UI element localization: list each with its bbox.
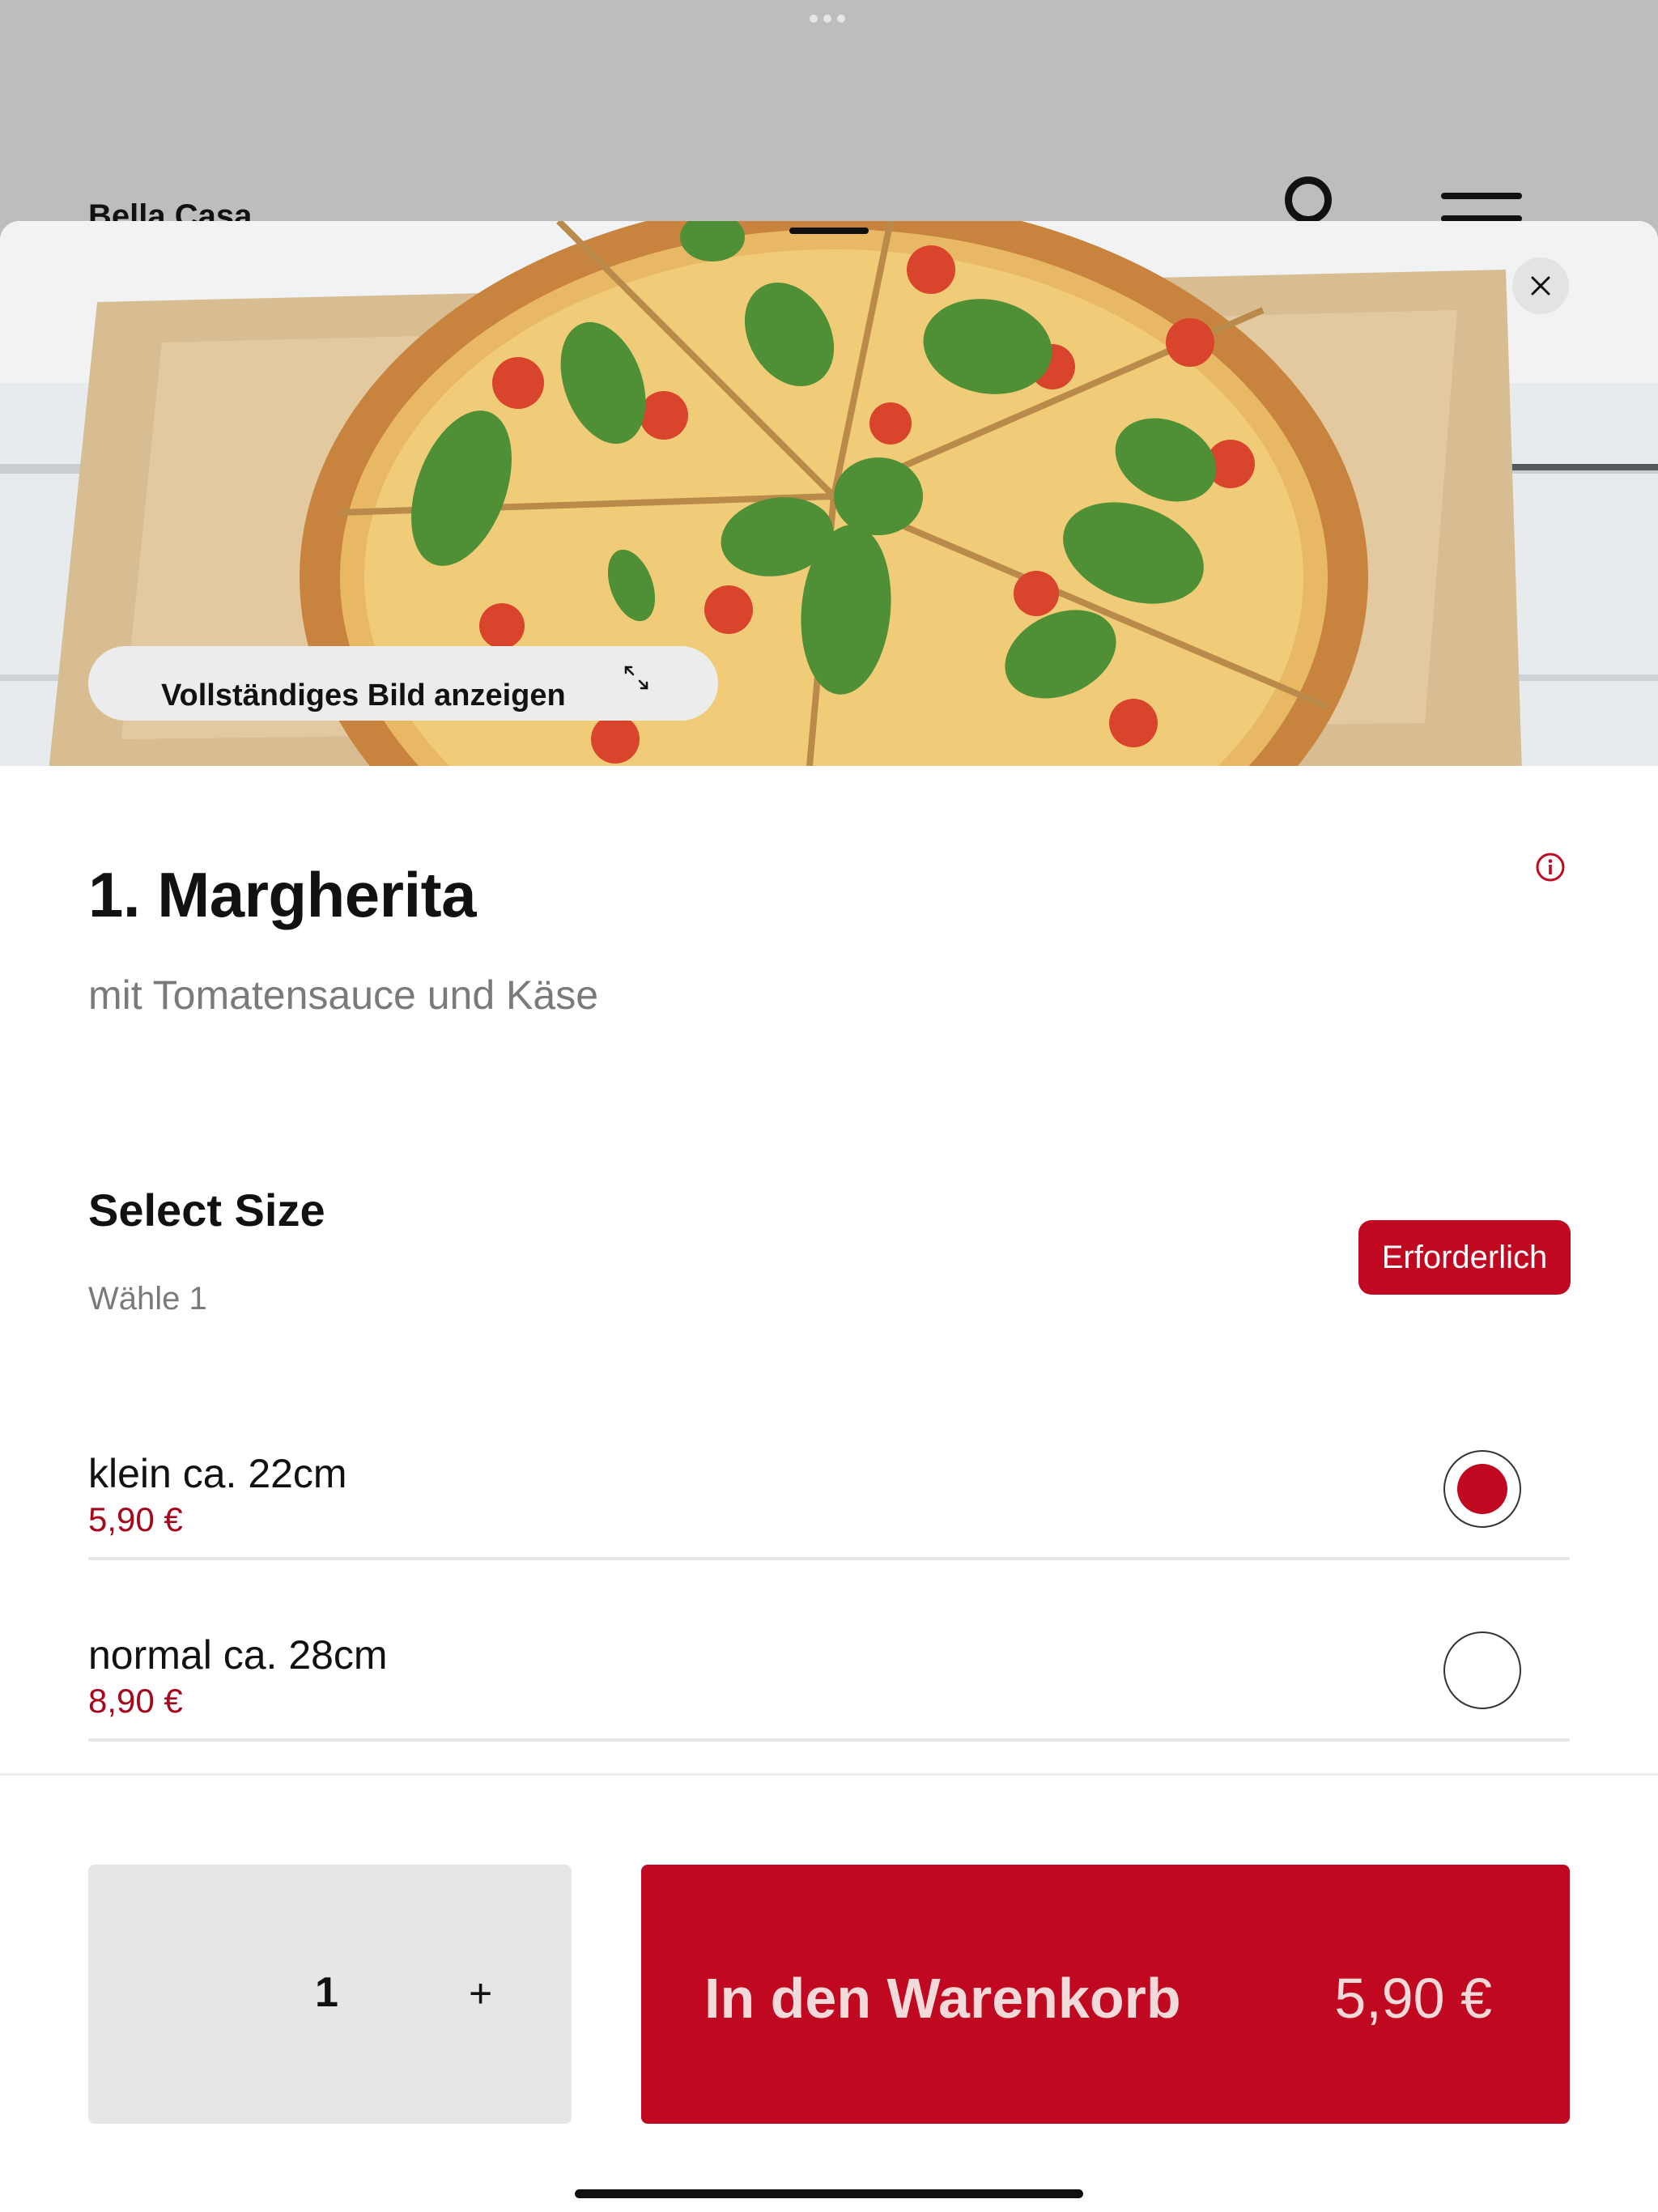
product-description: mit Tomatensauce und Käse [88,972,599,1018]
close-icon [1531,276,1550,296]
footer-divider [0,1773,1658,1776]
size-option-small[interactable]: klein ca. 22cm 5,90 € [88,1379,1570,1560]
quantity-increment-button[interactable]: + [469,1970,492,2017]
product-hero-image: Vollständiges Bild anzeigen [0,221,1658,766]
product-detail-sheet: Vollständiges Bild anzeigen 1. Margherit… [0,221,1658,2212]
add-to-cart-label: In den Warenkorb [704,1967,1181,2030]
user-circle-icon [1285,177,1332,223]
size-option-name: klein ca. 22cm [88,1451,347,1496]
size-radio-selected[interactable] [1443,1450,1521,1528]
size-radio[interactable] [1443,1631,1521,1709]
multitasking-dots-icon[interactable] [810,15,845,23]
sheet-grabber[interactable] [789,228,869,234]
quantity-stepper[interactable]: 1 + [88,1865,572,2124]
add-to-cart-button[interactable]: In den Warenkorb 5,90 € [641,1865,1570,2124]
add-to-cart-price: 5,90 € [1334,1967,1492,2030]
quantity-value: 1 [315,1969,338,2016]
show-full-image-button[interactable]: Vollständiges Bild anzeigen [88,646,718,721]
size-option-normal[interactable]: normal ca. 28cm 8,90 € [88,1560,1570,1742]
product-title: 1. Margherita [88,859,476,930]
required-badge: Erforderlich [1358,1220,1571,1295]
expand-arrows-icon [624,666,648,690]
size-option-price: 5,90 € [88,1500,183,1538]
show-full-image-label: Vollständiges Bild anzeigen [161,678,566,713]
size-option-name: normal ca. 28cm [88,1632,388,1678]
close-button[interactable] [1512,257,1569,314]
size-section-title: Select Size [88,1185,325,1236]
size-section-hint: Wähle 1 [88,1281,207,1317]
size-option-price: 8,90 € [88,1682,183,1720]
home-indicator[interactable] [575,2189,1083,2198]
background-app: Bella Casa [0,0,1658,243]
info-icon[interactable] [1535,852,1566,883]
